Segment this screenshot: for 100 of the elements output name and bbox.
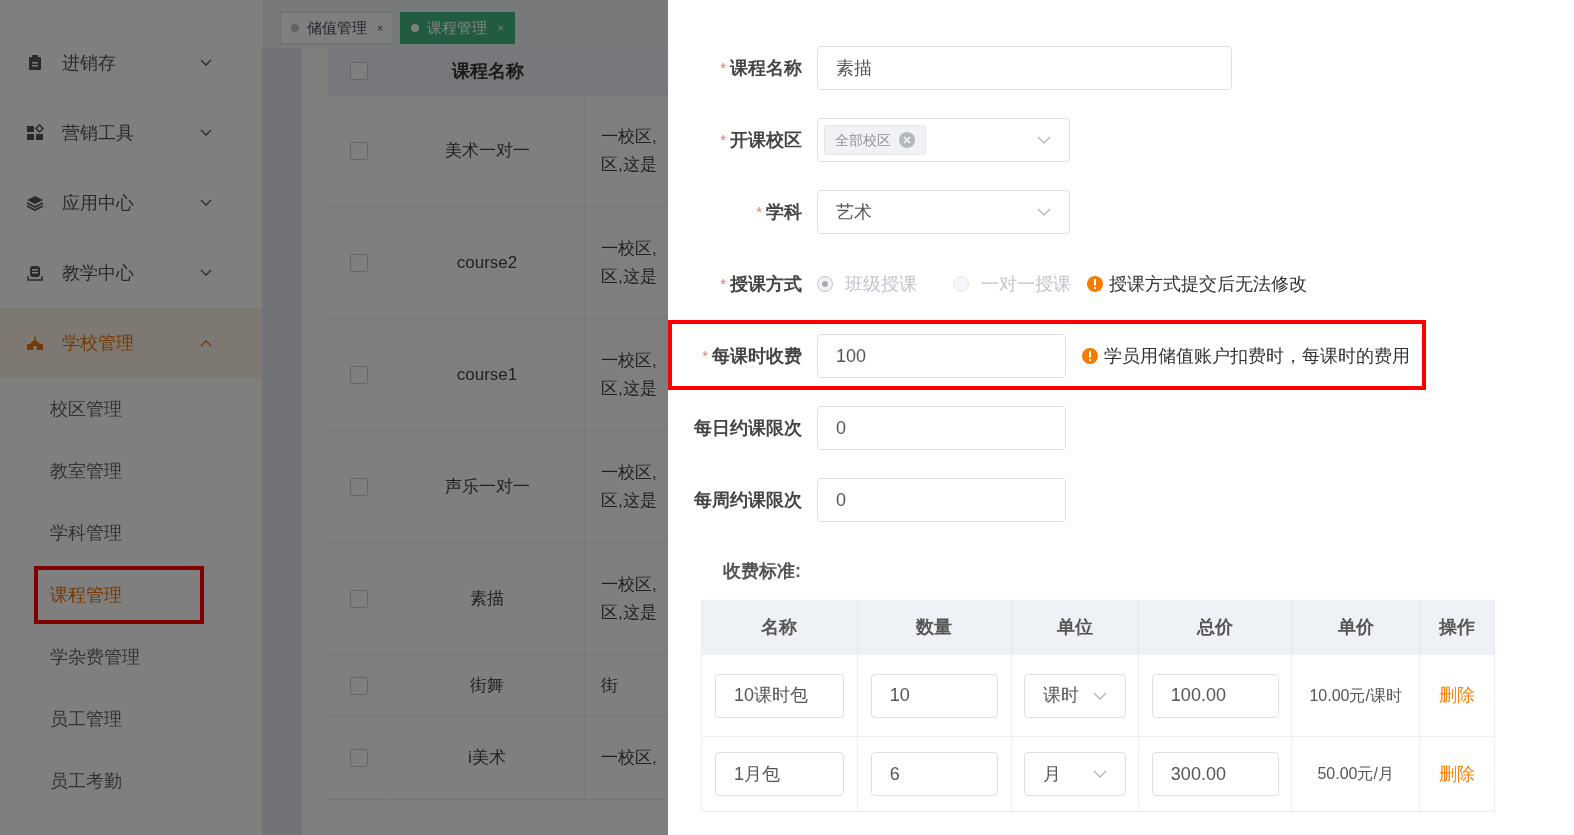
table-cell-text: 街舞 xyxy=(470,674,504,697)
table-cell-text: i美术 xyxy=(468,747,506,770)
field-label: 授课方式 xyxy=(730,272,802,296)
submenu-item[interactable]: 课程管理 xyxy=(34,566,204,624)
submenu-item[interactable]: 学科管理 xyxy=(34,504,204,562)
table-cell-text: 美术一对一 xyxy=(444,139,530,162)
checkbox[interactable] xyxy=(349,589,368,608)
warning-icon xyxy=(1082,348,1098,364)
delete-link[interactable]: 删除 xyxy=(1439,682,1476,709)
input-field[interactable]: 300.00 xyxy=(1151,752,1279,796)
menu-item[interactable]: 进销存 xyxy=(0,28,262,98)
menu-item[interactable]: 教学中心 xyxy=(0,238,262,308)
field-label: 学科 xyxy=(766,200,802,224)
field-label: 课程名称 xyxy=(730,56,802,80)
select-field[interactable]: 全部校区 xyxy=(817,118,1070,162)
submenu-item[interactable]: 教室管理 xyxy=(34,442,204,500)
chevron-down-icon xyxy=(200,269,212,277)
input-field[interactable]: 10 xyxy=(870,673,998,718)
hint-text: 学员用储值账户扣费时，每课时的费用 xyxy=(1104,344,1410,368)
table-cell-text: 一校区, xyxy=(601,237,657,260)
layers-icon xyxy=(26,194,44,212)
input-field[interactable]: 素描 xyxy=(817,46,1232,90)
clipboard-icon xyxy=(26,54,44,72)
close-icon[interactable]: × xyxy=(497,19,504,37)
section-title: 收费标准: xyxy=(723,559,801,583)
menu-item[interactable]: 学校管理 xyxy=(0,308,262,378)
table-cell-text: 区,这是 xyxy=(601,377,657,400)
table-cell-text: 50.00元/月 xyxy=(1317,764,1394,784)
device-icon xyxy=(26,264,44,282)
table-cell-text: 一校区, xyxy=(601,349,657,372)
table-cell-text: 街 xyxy=(601,674,618,697)
submenu-item[interactable]: 学杂费管理 xyxy=(34,628,204,686)
close-icon[interactable]: × xyxy=(377,19,384,37)
input-field[interactable]: 100.00 xyxy=(1151,673,1279,718)
field-label: 每课时收费 xyxy=(712,344,802,368)
hint-text: 授课方式提交后无法修改 xyxy=(1109,272,1307,296)
required-mark: * xyxy=(720,273,726,294)
table-cell-text: 一校区, xyxy=(601,747,657,769)
column-header: 名称 xyxy=(761,616,798,639)
column-header: 单价 xyxy=(1337,616,1374,639)
chevron-down-icon xyxy=(200,59,212,67)
table-cell-text: 一校区, xyxy=(601,461,657,484)
table-cell-text: course1 xyxy=(456,363,518,386)
checkbox[interactable] xyxy=(349,749,368,767)
column-header: 单位 xyxy=(1057,616,1094,639)
required-mark: * xyxy=(720,129,726,150)
menu-item[interactable]: 营销工具 xyxy=(0,98,262,168)
column-header: 操作 xyxy=(1439,616,1476,639)
checkbox[interactable] xyxy=(349,365,368,384)
close-icon xyxy=(899,132,915,148)
required-mark: * xyxy=(756,201,762,222)
input-field[interactable]: 0 xyxy=(817,406,1066,450)
table-cell-text: 一校区, xyxy=(601,573,657,596)
submenu-item[interactable]: 校区管理 xyxy=(34,380,204,438)
checkbox[interactable] xyxy=(349,477,368,496)
building-icon xyxy=(26,334,44,352)
chevron-down-icon xyxy=(1093,770,1108,778)
warning-icon xyxy=(1087,276,1103,292)
chevron-down-icon xyxy=(200,129,212,137)
page-tab[interactable]: 课程管理 × xyxy=(400,12,515,44)
required-mark: * xyxy=(720,57,726,78)
grid-icon xyxy=(26,124,44,142)
page-tab[interactable]: 储值管理 × xyxy=(280,12,395,44)
input-field[interactable]: 10课时包 xyxy=(714,673,844,718)
tag: 全部校区 xyxy=(824,125,926,155)
column-header: 课程名称 xyxy=(451,59,524,83)
table-cell-text: 区,这是 xyxy=(601,153,657,176)
column-header: 数量 xyxy=(916,616,953,639)
submenu-item[interactable]: 员工管理 xyxy=(34,690,204,748)
delete-link[interactable]: 删除 xyxy=(1439,760,1476,788)
table-cell-text: course2 xyxy=(456,251,518,274)
table-cell-text: 区,这是 xyxy=(601,265,657,288)
field-label: 每日约课限次 xyxy=(694,416,802,440)
menu-item[interactable]: 应用中心 xyxy=(0,168,262,238)
chevron-up-icon xyxy=(200,339,212,347)
required-mark: * xyxy=(702,345,708,366)
table-cell-text: 一校区, xyxy=(601,125,657,148)
select-field[interactable]: 课时 xyxy=(1024,673,1127,718)
select-field[interactable]: 月 xyxy=(1024,752,1127,796)
field-label: 每周约课限次 xyxy=(694,488,802,512)
input-field[interactable]: 0 xyxy=(817,478,1066,522)
input-field[interactable]: 1月包 xyxy=(714,752,844,796)
checkbox[interactable] xyxy=(350,62,368,80)
table-cell-text: 区,这是 xyxy=(601,601,657,624)
checkbox[interactable] xyxy=(349,676,368,695)
table-cell-text: 素描 xyxy=(470,587,504,610)
input-field[interactable]: 6 xyxy=(870,752,998,796)
submenu-item[interactable]: 员工考勤 xyxy=(34,752,204,810)
table-cell-text: 10.00元/课时 xyxy=(1309,685,1402,706)
field-label: 开课校区 xyxy=(730,128,802,152)
input-field[interactable]: 100 xyxy=(817,334,1066,378)
column-header: 总价 xyxy=(1197,616,1234,639)
chevron-down-icon xyxy=(1093,691,1108,700)
select-field[interactable]: 艺术 xyxy=(817,190,1070,234)
table-cell-text: 区,这是 xyxy=(601,489,657,512)
chevron-down-icon xyxy=(1037,136,1051,144)
table-cell-text: 声乐一对一 xyxy=(444,475,530,498)
checkbox[interactable] xyxy=(349,253,368,272)
chevron-down-icon xyxy=(200,199,212,207)
checkbox[interactable] xyxy=(349,141,368,160)
